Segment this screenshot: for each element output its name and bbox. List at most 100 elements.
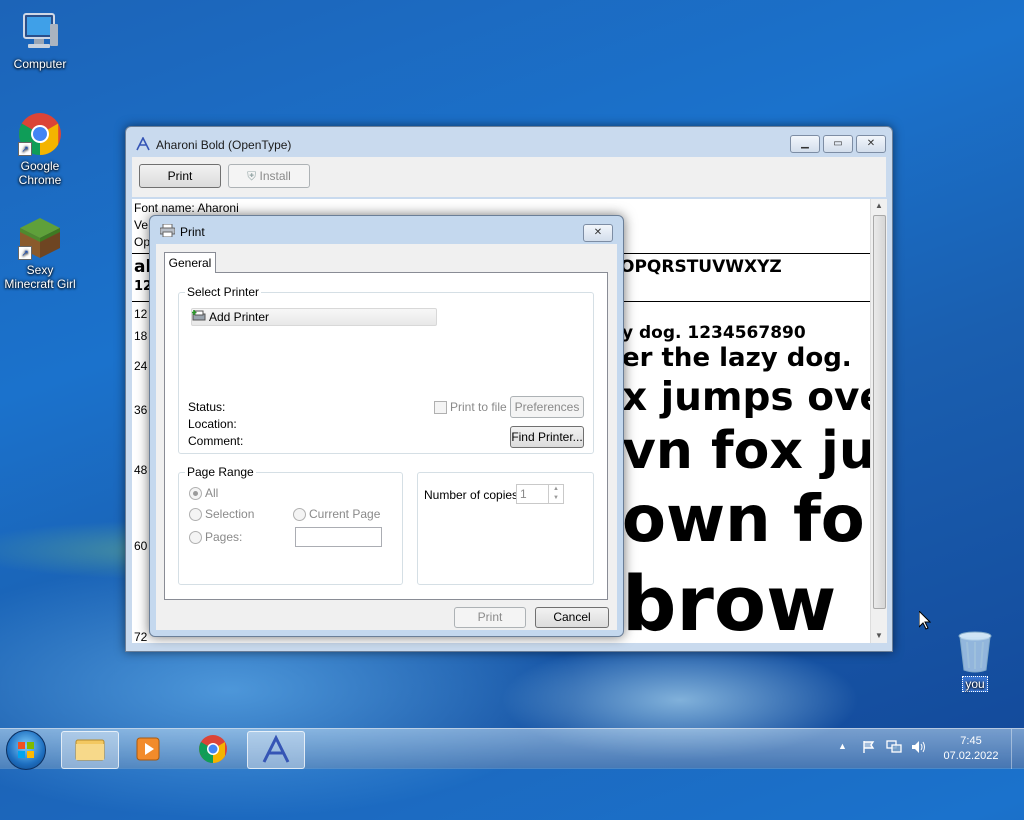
show-hidden-icons-button[interactable]: ▲: [838, 741, 847, 751]
font-viewer-icon: [262, 734, 290, 763]
window-title: Aharoni Bold (OpenType): [156, 138, 292, 152]
chrome-icon: ↗: [18, 112, 62, 156]
font-viewer-app-icon: [136, 135, 150, 154]
tab-panel: Select Printer Add Printer Status: Locat…: [164, 272, 608, 600]
dialog-cancel-button[interactable]: Cancel: [535, 607, 609, 628]
print-button[interactable]: Print: [139, 164, 221, 188]
scroll-up-arrow-icon[interactable]: ▲: [871, 199, 887, 213]
comment-label: Comment:: [188, 434, 244, 448]
desktop-icon-label: you: [962, 676, 988, 692]
start-button[interactable]: [6, 730, 46, 770]
print-to-file-label: Print to file: [450, 400, 507, 414]
preferences-button[interactable]: Preferences: [510, 396, 584, 418]
taskbar-chrome[interactable]: [185, 731, 241, 767]
desktop-icon-recycle-bin[interactable]: you: [935, 630, 1015, 692]
sample-24: er the lazy dog.: [622, 343, 852, 373]
copies-value: 1: [520, 487, 527, 501]
size-label: 60: [134, 539, 148, 553]
vertical-scrollbar[interactable]: ▲ ▼: [870, 199, 887, 643]
selection-label: Selection: [205, 507, 255, 521]
minimize-button[interactable]: ▁: [790, 135, 820, 153]
pages-label: Pages:: [205, 530, 243, 544]
clock-time: 7:45: [960, 735, 982, 747]
location-label: Location:: [188, 417, 237, 431]
pages-input[interactable]: [295, 527, 382, 547]
copies-input[interactable]: 1 ▲ ▼: [516, 484, 564, 504]
copies-group: Number of copies: 1 ▲ ▼: [417, 472, 594, 585]
font-name-line: Font name: Aharoni: [134, 201, 239, 215]
page-range-label: Page Range: [185, 465, 256, 479]
status-label: Status:: [188, 400, 226, 414]
version-line: Ve: [134, 218, 149, 232]
taskbar-font-viewer[interactable]: [247, 731, 305, 769]
clock[interactable]: 7:45 07.02.2022: [936, 734, 1006, 764]
desktop-icon-google-chrome[interactable]: ↗ Google Chrome: [0, 112, 80, 187]
sample-60: own fo: [622, 483, 865, 557]
size-label: 18: [134, 329, 148, 343]
current-page-label: Current Page: [309, 507, 381, 521]
sample-36: x jumps ove: [622, 375, 870, 420]
taskbar-explorer[interactable]: [61, 731, 119, 769]
media-player-icon: [136, 737, 160, 761]
windows-logo-icon: [18, 742, 34, 758]
folder-icon: [75, 739, 105, 761]
sample-72: brow: [622, 559, 837, 643]
desktop-icon-label-line2: Chrome: [18, 173, 62, 187]
selection-radio[interactable]: [189, 508, 202, 521]
dialog-title: Print: [180, 225, 205, 239]
add-printer-item[interactable]: Add Printer: [191, 308, 437, 326]
dialog-body: General Select Printer Add Printer Statu…: [156, 244, 617, 630]
copies-label: Number of copies:: [424, 488, 522, 502]
mouse-cursor-icon: [918, 609, 932, 633]
alphabet-upper: OPQRSTUVWXYZ: [620, 257, 782, 277]
shield-icon: ⛨: [247, 169, 257, 183]
select-printer-group: Select Printer Add Printer Status: Locat…: [178, 285, 594, 454]
spin-down-icon[interactable]: ▼: [548, 494, 563, 503]
spin-up-icon[interactable]: ▲: [548, 485, 563, 494]
scroll-thumb[interactable]: [873, 215, 886, 609]
all-radio[interactable]: [189, 487, 202, 500]
pages-radio[interactable]: [189, 531, 202, 544]
opentype-line: Op: [134, 235, 151, 249]
install-label: Install: [259, 169, 291, 183]
window-title-bar: Aharoni Bold (OpenType): [136, 135, 291, 155]
print-dialog: Print ✕ General Select Printer Add Print…: [149, 215, 624, 637]
desktop-icon-label: Computer: [13, 57, 67, 71]
maximize-button[interactable]: ▭: [823, 135, 853, 153]
minecraft-block-icon: ↗: [18, 216, 62, 260]
desktop-icon-minecraft[interactable]: ↗ Sexy Minecraft Girl: [0, 216, 80, 291]
select-printer-label: Select Printer: [185, 285, 262, 299]
close-button[interactable]: ✕: [856, 135, 886, 153]
add-printer-icon: [192, 309, 206, 325]
dialog-close-button[interactable]: ✕: [583, 224, 613, 242]
taskbar-media-player[interactable]: [121, 731, 177, 767]
printer-icon: [159, 223, 176, 240]
taskbar: ▲ 7:45 07.02.2022: [0, 728, 1024, 770]
install-button[interactable]: ⛨ Install: [228, 164, 310, 188]
size-label: 48: [134, 463, 148, 477]
find-printer-button[interactable]: Find Printer...: [510, 426, 584, 448]
desktop-icon-label-line2: Minecraft Girl: [4, 277, 76, 291]
action-center-flag-icon[interactable]: [862, 740, 876, 757]
current-page-radio[interactable]: [293, 508, 306, 521]
size-label: 12: [134, 307, 148, 321]
tab-general[interactable]: General: [164, 252, 216, 273]
sample-48: vn fox ju: [622, 421, 870, 481]
size-label: 36: [134, 403, 148, 417]
font-viewer-toolbar: Print ⛨ Install: [132, 157, 886, 197]
network-icon[interactable]: [886, 740, 902, 757]
show-desktop-button[interactable]: [1011, 729, 1024, 769]
shortcut-arrow-icon: ↗: [18, 142, 32, 156]
chrome-icon: [199, 735, 227, 763]
desktop-icon-label-line1: Google: [20, 159, 60, 173]
shortcut-arrow-icon: ↗: [18, 246, 32, 260]
scroll-down-arrow-icon[interactable]: ▼: [871, 629, 887, 643]
desktop-icon-label-line1: Sexy: [26, 263, 54, 277]
volume-icon[interactable]: [911, 740, 927, 757]
page-range-group: Page Range All Selection Current Page Pa…: [178, 465, 403, 585]
print-to-file-checkbox[interactable]: [434, 401, 447, 414]
add-printer-label: Add Printer: [209, 310, 270, 324]
sample-18: y dog. 1234567890: [622, 323, 806, 343]
dialog-print-button[interactable]: Print: [454, 607, 526, 628]
desktop-icon-computer[interactable]: Computer: [0, 10, 80, 71]
